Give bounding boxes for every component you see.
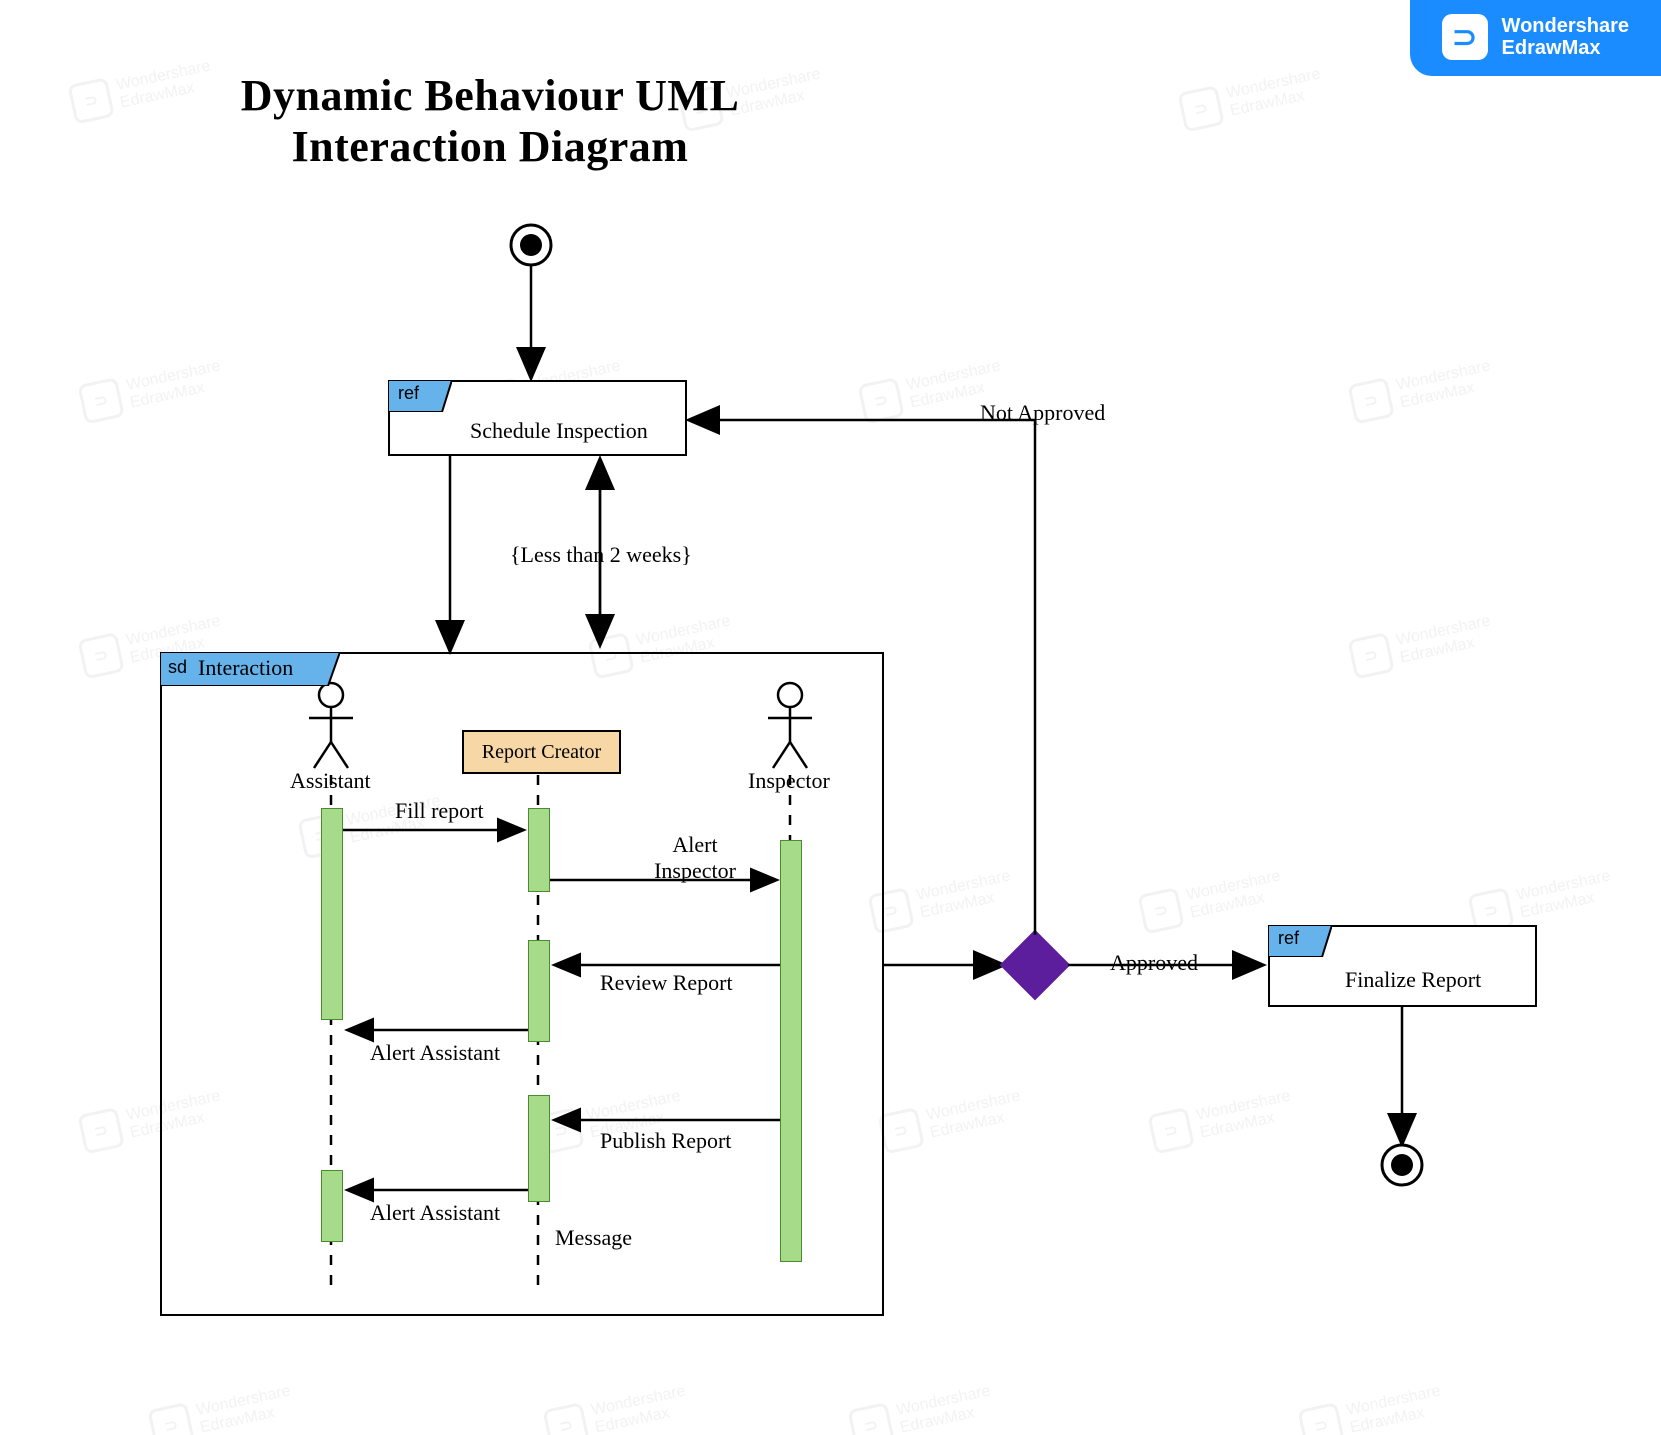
report-creator-object: Report Creator [462,730,621,774]
activation-bar [528,1095,550,1202]
brand-line2: EdrawMax [1502,37,1629,59]
wondershare-badge: ⊃ Wondershare EdrawMax [1410,0,1661,76]
actor-assistant-label: Assistant [290,768,371,794]
msg-alert-assistant-1: Alert Assistant [370,1040,500,1066]
activation-bar [321,808,343,1020]
watermark: ⊃WondershareEdrawMax [542,1380,691,1435]
edrawmax-logo-icon: ⊃ [1442,14,1488,60]
ref-schedule-label: Schedule Inspection [470,418,648,444]
decision-node-icon [1000,930,1071,1001]
ref-finalize-report: ref Finalize Report [1268,925,1537,1007]
sd-label: Interaction [198,655,293,681]
watermark: ⊃WondershareEdrawMax [1297,1380,1446,1435]
watermark: ⊃WondershareEdrawMax [1347,355,1496,424]
watermark: ⊃WondershareEdrawMax [147,1380,296,1435]
watermark: ⊃WondershareEdrawMax [847,1380,996,1435]
initial-node-icon [511,225,551,265]
watermark: ⊃WondershareEdrawMax [1177,63,1326,132]
watermark: ⊃WondershareEdrawMax [1147,1085,1296,1154]
diagram-title: Dynamic Behaviour UML Interaction Diagra… [140,70,840,172]
sd-tag: sd [168,657,187,678]
brand-line1: Wondershare [1502,15,1629,37]
actor-inspector-label: Inspector [748,768,830,794]
watermark: ⊃WondershareEdrawMax [77,355,226,424]
activation-bar [528,808,550,892]
ref-tag: ref [1278,928,1299,949]
msg-review-report: Review Report [600,970,733,996]
watermark: ⊃WondershareEdrawMax [877,1085,1026,1154]
watermark: ⊃WondershareEdrawMax [1137,865,1286,934]
activation-bar [780,840,802,1262]
msg-publish-report: Publish Report [600,1128,731,1154]
activation-bar [528,940,550,1042]
msg-alert-assistant-2: Alert Assistant [370,1200,500,1226]
msg-message-note: Message [555,1225,632,1251]
activation-bar [321,1170,343,1242]
final-node-icon [1382,1145,1422,1185]
watermark: ⊃WondershareEdrawMax [1347,610,1496,679]
ref-tag: ref [398,383,419,404]
constraint-label: {Less than 2 weeks} [510,542,692,568]
ref-schedule-inspection: ref Schedule Inspection [388,380,687,456]
ref-finalize-label: Finalize Report [1345,967,1481,993]
msg-fill-report: Fill report [395,798,484,824]
watermark: ⊃WondershareEdrawMax [867,865,1016,934]
label-approved: Approved [1110,950,1198,976]
label-not-approved: Not Approved [980,400,1105,426]
msg-alert-inspector: Alert Inspector [640,832,750,884]
